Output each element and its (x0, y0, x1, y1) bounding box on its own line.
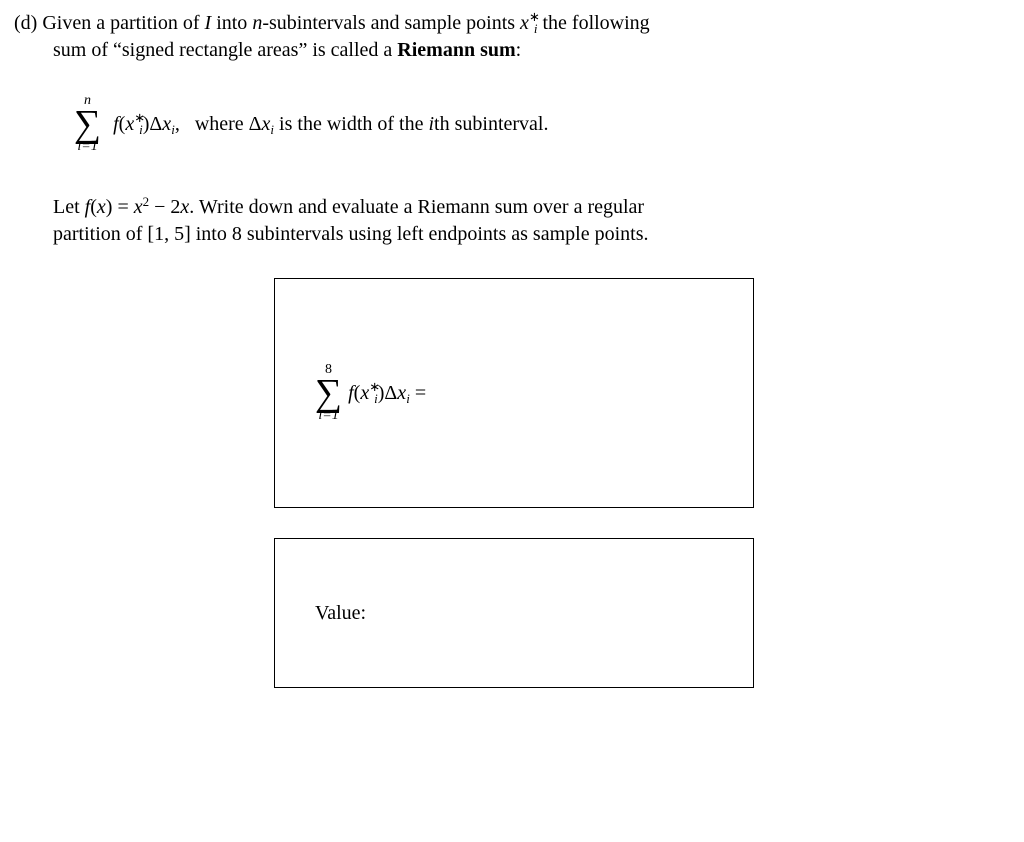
answer-box-sum[interactable]: 8 ∑ i=1 f(x∗i)Δxi = (274, 278, 754, 508)
riemann-definition: n ∑ i=1 f(x∗i)Δxi, where Δxi is the widt… (74, 94, 1010, 154)
sigma-symbol: ∑ (74, 108, 101, 140)
intro-text-1b: into (211, 12, 252, 34)
box1-math: f(x∗i)Δxi = (348, 380, 426, 407)
sigma-notation: n ∑ i=1 (74, 94, 101, 154)
sigma-lower: i=1 (77, 140, 97, 154)
intro-bold: Riemann sum (397, 39, 515, 61)
intro-text-1: Given a partition of (42, 12, 204, 34)
where-text: where Δxi is the width of the ith subint… (185, 113, 549, 135)
value-label: Value: (315, 600, 366, 627)
sum-expression: f(x∗i)Δxi, where Δxi is the width of the… (113, 111, 548, 138)
intro-text-2b: : (516, 39, 522, 61)
answer-box-value[interactable]: Value: (274, 538, 754, 688)
intro-i: i (534, 21, 538, 36)
intro-text-2a: sum of “signed rectangle areas” is calle… (53, 39, 397, 61)
task-paragraph: Let f(x) = x2 − 2x. Write down and evalu… (53, 194, 1010, 248)
intro-text-1c: -subintervals and sample points (262, 12, 520, 34)
problem-intro: (d) Given a partition of I into n-subint… (14, 10, 1010, 64)
intro-n: n (252, 12, 262, 34)
intro-x: x (520, 12, 529, 34)
intro-line2: sum of “signed rectangle areas” is calle… (53, 39, 521, 61)
intro-text-1d: the following (537, 12, 649, 34)
box1-expression: 8 ∑ i=1 f(x∗i)Δxi = (315, 363, 426, 423)
box1-sigma: 8 ∑ i=1 (315, 363, 342, 423)
part-label: (d) (14, 12, 37, 34)
